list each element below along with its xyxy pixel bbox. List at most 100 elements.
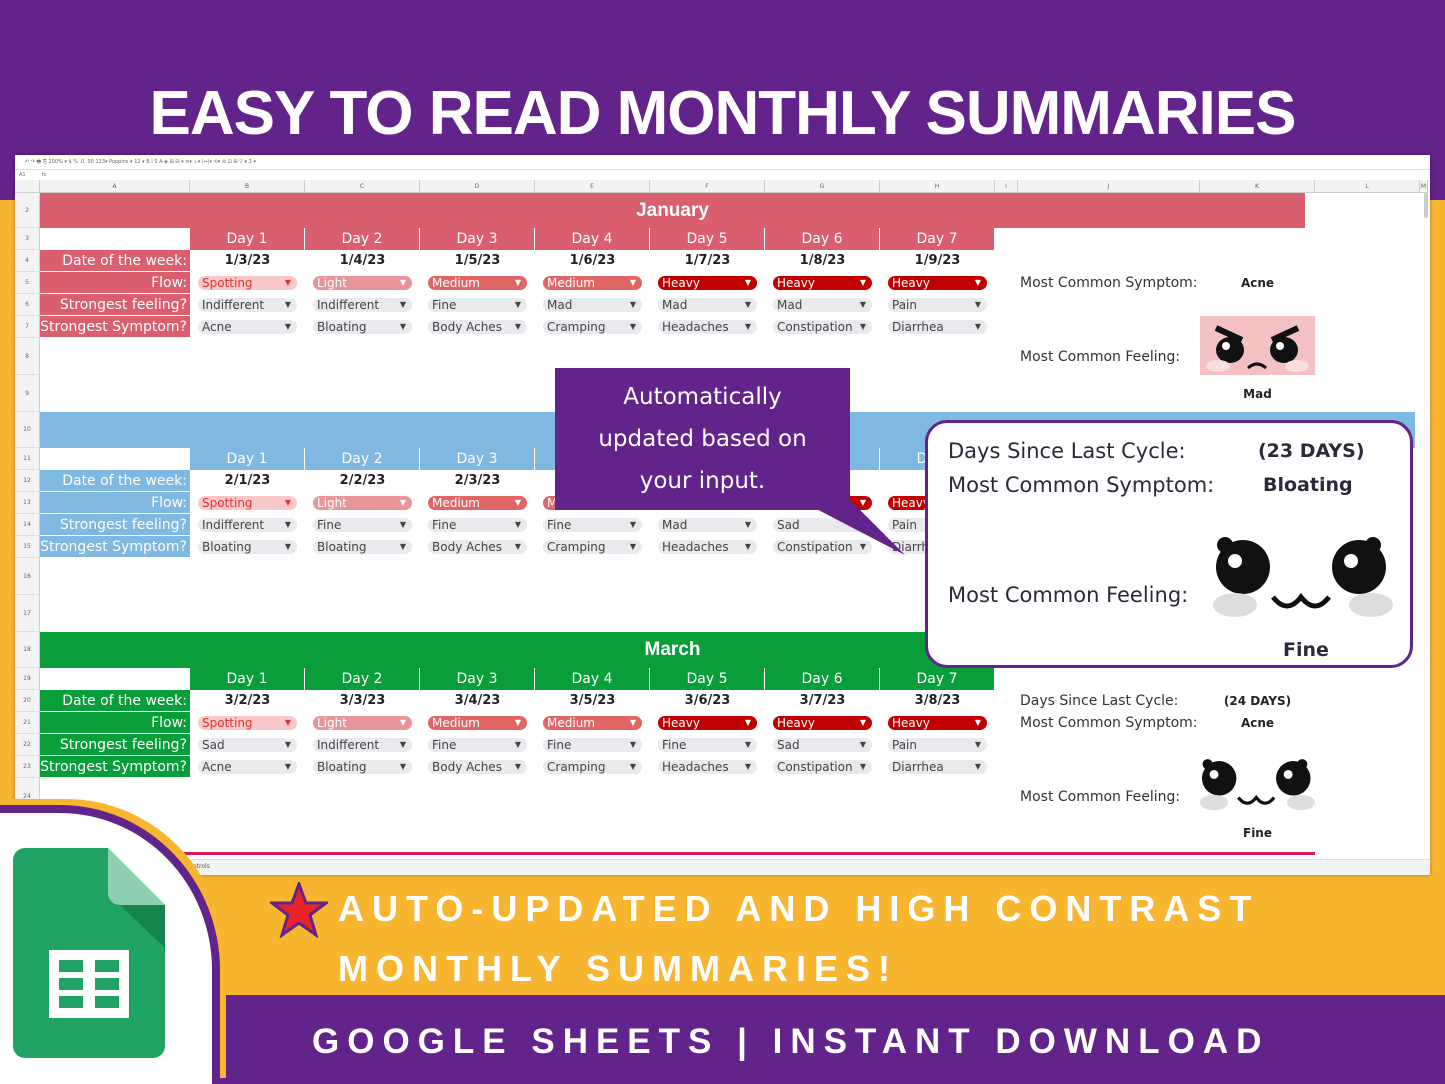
feeling-dropdown[interactable]: Sad ▼: [773, 738, 872, 752]
row-header[interactable]: 14: [15, 514, 40, 536]
chevron-down-icon[interactable]: ▼: [745, 276, 751, 290]
symptom-dropdown[interactable]: Body Aches ▼: [428, 320, 527, 334]
row-header[interactable]: 5: [15, 272, 40, 294]
row-header[interactable]: 13: [15, 492, 40, 514]
date-cell[interactable]: 3/6/23: [650, 690, 765, 712]
flow-dropdown[interactable]: Spotting ▼: [198, 276, 297, 290]
row-header[interactable]: 21: [15, 712, 40, 734]
row-header[interactable]: 16: [15, 558, 40, 595]
chevron-down-icon[interactable]: ▼: [515, 298, 521, 312]
flow-dropdown[interactable]: Heavy ▼: [888, 276, 987, 290]
symptom-dropdown[interactable]: Cramping ▼: [543, 540, 642, 554]
flow-dropdown[interactable]: Heavy ▼: [658, 276, 757, 290]
symptom-dropdown[interactable]: Constipation ▼: [773, 760, 872, 774]
row-header[interactable]: 19: [15, 668, 40, 690]
feeling-dropdown[interactable]: Mad ▼: [543, 298, 642, 312]
chevron-down-icon[interactable]: ▼: [630, 518, 636, 532]
flow-dropdown[interactable]: Heavy ▼: [888, 716, 987, 730]
column-header[interactable]: F: [650, 180, 765, 193]
date-cell[interactable]: 3/5/23: [535, 690, 650, 712]
date-cell[interactable]: 2/1/23: [190, 470, 305, 492]
chevron-down-icon[interactable]: ▼: [745, 320, 751, 334]
feeling-dropdown[interactable]: Indifferent ▼: [198, 518, 297, 532]
feeling-dropdown[interactable]: Sad ▼: [198, 738, 297, 752]
chevron-down-icon[interactable]: ▼: [745, 518, 751, 532]
chevron-down-icon[interactable]: ▼: [285, 518, 291, 532]
cell-reference[interactable]: A1: [19, 172, 26, 178]
row-header[interactable]: 6: [15, 294, 40, 316]
chevron-down-icon[interactable]: ▼: [745, 540, 751, 554]
chevron-down-icon[interactable]: ▼: [515, 320, 521, 334]
symptom-dropdown[interactable]: Bloating ▼: [313, 320, 412, 334]
symptom-dropdown[interactable]: Constipation ▼: [773, 320, 872, 334]
row-header[interactable]: 7: [15, 316, 40, 338]
row-header[interactable]: 18: [15, 632, 40, 668]
date-cell[interactable]: 2/3/23: [420, 470, 535, 492]
feeling-dropdown[interactable]: Fine ▼: [313, 518, 412, 532]
feeling-dropdown[interactable]: Indifferent ▼: [313, 738, 412, 752]
column-header[interactable]: K: [1200, 180, 1315, 193]
feeling-dropdown[interactable]: Fine ▼: [428, 518, 527, 532]
chevron-down-icon[interactable]: ▼: [860, 276, 866, 290]
date-cell[interactable]: 2/2/23: [305, 470, 420, 492]
chevron-down-icon[interactable]: ▼: [630, 716, 636, 730]
flow-dropdown[interactable]: Light ▼: [313, 496, 412, 510]
chevron-down-icon[interactable]: ▼: [975, 716, 981, 730]
chevron-down-icon[interactable]: ▼: [285, 496, 291, 510]
date-cell[interactable]: 1/9/23: [880, 250, 995, 272]
toolbar[interactable]: ↶ ↷ 🖶 ⎘ 200% ▾ $ % .0 .00 123▾ Poppins ▾…: [15, 155, 1430, 169]
symptom-dropdown[interactable]: Cramping ▼: [543, 760, 642, 774]
flow-dropdown[interactable]: Light ▼: [313, 716, 412, 730]
date-cell[interactable]: 3/3/23: [305, 690, 420, 712]
chevron-down-icon[interactable]: ▼: [745, 716, 751, 730]
chevron-down-icon[interactable]: ▼: [630, 298, 636, 312]
sheet-tab-controls[interactable]: Controls: [185, 863, 210, 870]
column-header[interactable]: M: [1420, 180, 1428, 193]
flow-dropdown[interactable]: Spotting ▼: [198, 716, 297, 730]
chevron-down-icon[interactable]: ▼: [630, 760, 636, 774]
scrollbar[interactable]: [1424, 193, 1428, 218]
column-header[interactable]: J: [1018, 180, 1200, 193]
chevron-down-icon[interactable]: ▼: [400, 298, 406, 312]
column-header[interactable]: I: [995, 180, 1018, 193]
column-header[interactable]: H: [880, 180, 995, 193]
date-cell[interactable]: 1/8/23: [765, 250, 880, 272]
symptom-dropdown[interactable]: Diarrhea ▼: [888, 760, 987, 774]
column-header[interactable]: A: [40, 180, 190, 193]
chevron-down-icon[interactable]: ▼: [400, 760, 406, 774]
flow-dropdown[interactable]: Medium ▼: [428, 496, 527, 510]
flow-dropdown[interactable]: Heavy ▼: [773, 716, 872, 730]
row-header[interactable]: 2: [15, 193, 40, 228]
column-header[interactable]: D: [420, 180, 535, 193]
chevron-down-icon[interactable]: ▼: [860, 716, 866, 730]
date-cell[interactable]: 3/2/23: [190, 690, 305, 712]
flow-dropdown[interactable]: Medium ▼: [543, 716, 642, 730]
feeling-dropdown[interactable]: Indifferent ▼: [198, 298, 297, 312]
chevron-down-icon[interactable]: ▼: [630, 276, 636, 290]
chevron-down-icon[interactable]: ▼: [400, 320, 406, 334]
chevron-down-icon[interactable]: ▼: [975, 298, 981, 312]
chevron-down-icon[interactable]: ▼: [860, 738, 866, 752]
chevron-down-icon[interactable]: ▼: [860, 298, 866, 312]
feeling-dropdown[interactable]: Mad ▼: [658, 518, 757, 532]
feeling-dropdown[interactable]: Indifferent ▼: [313, 298, 412, 312]
date-cell[interactable]: 1/4/23: [305, 250, 420, 272]
chevron-down-icon[interactable]: ▼: [285, 716, 291, 730]
symptom-dropdown[interactable]: Bloating ▼: [198, 540, 297, 554]
flow-dropdown[interactable]: Light ▼: [313, 276, 412, 290]
row-header[interactable]: 4: [15, 250, 40, 272]
chevron-down-icon[interactable]: ▼: [745, 298, 751, 312]
chevron-down-icon[interactable]: ▼: [630, 540, 636, 554]
chevron-down-icon[interactable]: ▼: [515, 716, 521, 730]
date-cell[interactable]: 3/7/23: [765, 690, 880, 712]
chevron-down-icon[interactable]: ▼: [745, 760, 751, 774]
symptom-dropdown[interactable]: Headaches ▼: [658, 540, 757, 554]
chevron-down-icon[interactable]: ▼: [515, 760, 521, 774]
row-header[interactable]: 10: [15, 412, 40, 448]
chevron-down-icon[interactable]: ▼: [975, 738, 981, 752]
chevron-down-icon[interactable]: ▼: [400, 518, 406, 532]
flow-dropdown[interactable]: Heavy ▼: [658, 716, 757, 730]
symptom-dropdown[interactable]: Cramping ▼: [543, 320, 642, 334]
chevron-down-icon[interactable]: ▼: [860, 320, 866, 334]
row-header[interactable]: 23: [15, 756, 40, 778]
